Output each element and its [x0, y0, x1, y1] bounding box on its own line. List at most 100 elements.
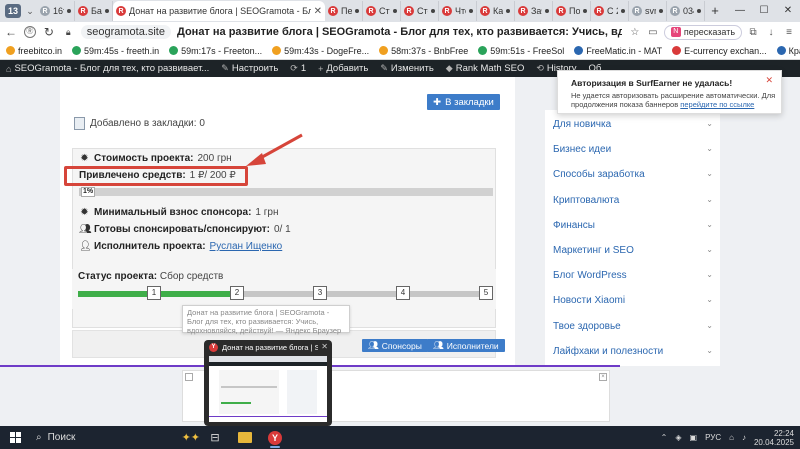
chevron-down-icon: ⌄: [706, 295, 713, 305]
bookmark-item[interactable]: freebitco.in: [6, 46, 62, 56]
status-step: 5: [479, 286, 493, 300]
sidebar-category-item[interactable]: Финансы ⌄: [553, 220, 713, 231]
chevron-down-icon: ⌄: [706, 144, 713, 154]
bookmark-icon: [74, 117, 85, 130]
protect-shield-icon[interactable]: Ⓡ: [23, 26, 36, 38]
sidebar-category-item[interactable]: Способы заработка ⌄: [553, 169, 713, 180]
wp-edit-link[interactable]: ✎ Изменить: [380, 63, 433, 74]
sidebar-category-label: Новости Xiaomi: [553, 295, 626, 307]
bookmark-item[interactable]: 59m:43s - DogeFre...: [272, 46, 369, 56]
bookmark-favicon-icon: [478, 46, 488, 55]
sponsors-button[interactable]: 👥︎ Спонсоры: [362, 339, 428, 352]
tab-title: Перевести: [341, 6, 352, 16]
browser-tab[interactable]: R Донат на развитие блога | SEOGramota - …: [113, 1, 325, 21]
bookmark-item[interactable]: E-currency exchan...: [672, 46, 767, 56]
tab-title: Банк: [91, 6, 102, 16]
notification-close-icon[interactable]: ✕: [765, 75, 773, 86]
sidebar-category-item[interactable]: Твое здоровье ⌄: [553, 321, 713, 332]
bookmark-label: 59m:45s - freeth.in: [84, 45, 160, 56]
tab-counter[interactable]: 13: [5, 4, 21, 18]
notification-link[interactable]: перейдите по ссылке: [680, 100, 754, 109]
tray-chevron-icon[interactable]: ⌃: [661, 433, 668, 442]
browser-tab[interactable]: RСтр: [363, 1, 401, 21]
sidebar-category-item[interactable]: Лайфхаки и полезности ⌄: [553, 346, 713, 357]
new-tab-plus-icon[interactable]: +: [707, 3, 723, 19]
add-bookmark-button[interactable]: ✚ В закладки: [427, 94, 500, 110]
browser-tab[interactable]: RПеревести: [325, 1, 363, 21]
executor-link[interactable]: Руслан Ищенко: [210, 241, 283, 252]
maximize-icon[interactable]: ☐: [752, 0, 776, 22]
bookmark-label: freebitco.in: [18, 45, 63, 56]
search-icon: ⌕: [36, 432, 42, 443]
wp-home-icon: ⌂: [6, 63, 12, 74]
menu-icon[interactable]: ≡: [782, 27, 796, 38]
sidebar-category-item[interactable]: Маркетинг и SEO ⌄: [553, 245, 713, 256]
wp-add-link[interactable]: + Добавить: [318, 63, 368, 74]
summarize-button[interactable]: N пересказать: [663, 24, 743, 40]
summarize-label: пересказать: [683, 27, 736, 37]
browser-tab[interactable]: RПочему: [553, 1, 591, 21]
tab-unread-dot: [583, 9, 587, 13]
broken-image-icon: [185, 373, 193, 381]
tray-app-icon[interactable]: ◈: [675, 433, 681, 442]
tab-unread-dot: [469, 9, 473, 13]
bookmark-item[interactable]: 59m:17s - Freeton...: [169, 46, 262, 56]
yandex-browser-taskbar-icon[interactable]: Y: [260, 426, 290, 449]
sidebar-category-item[interactable]: Криптовалюта ⌄: [553, 195, 713, 206]
minimize-icon[interactable]: —: [728, 0, 752, 22]
wp-rankmath-link[interactable]: ◆ Rank Math SEO: [446, 63, 525, 74]
url-field[interactable]: 🔒︎ seogramota.site Донат на развитие бло…: [62, 25, 622, 39]
browser-tab[interactable]: R Ка: [477, 1, 515, 21]
tab-favicon-icon: R: [116, 6, 126, 16]
sidebar-category-item[interactable]: Новости Xiaomi ⌄: [553, 295, 713, 306]
sidebar-category-item[interactable]: Для новичка ⌄: [553, 119, 713, 130]
tray-app-icon-2[interactable]: ▣: [690, 433, 698, 442]
taskbar-search[interactable]: ⌕ Поиск ✦✦: [30, 429, 200, 447]
volume-icon[interactable]: ♪: [742, 433, 746, 442]
tab-favicon-icon: R: [518, 6, 528, 16]
download-icon[interactable]: ↓: [764, 27, 778, 38]
browser-tab[interactable]: R16ття: [37, 1, 75, 21]
language-indicator[interactable]: РУС: [705, 433, 721, 442]
project-cost-row: ✹ Стоимость проекта: 200 грн: [80, 153, 232, 164]
close-window-icon[interactable]: ✕: [776, 0, 800, 22]
plus-icon: ✚: [433, 96, 442, 108]
bookmark-item[interactable]: 59m:51s - FreeSol: [478, 46, 564, 56]
taskbar-window-preview[interactable]: Y Донат на развитие блога | SEOGramota..…: [204, 340, 332, 426]
browser-tab[interactable]: RСто: [401, 1, 439, 21]
wp-customize-link[interactable]: ✎ Настроить: [221, 63, 278, 74]
browser-tab[interactable]: RС 20 с: [591, 1, 629, 21]
reload-icon[interactable]: ↻: [42, 25, 56, 39]
bookmark-item[interactable]: 58m:37s - BnbFree: [379, 46, 468, 56]
wp-site-link[interactable]: ⌂ SEOGramota - Блог для тех, кто развивае…: [6, 63, 209, 74]
bookmark-label: FreeMatic.in - MAT: [586, 45, 663, 56]
task-view-icon[interactable]: ⊟: [200, 426, 230, 449]
sidebar-category-item[interactable]: Блог WordPress ⌄: [553, 270, 713, 281]
browser-tab[interactable]: RЧто: [439, 1, 477, 21]
bookmark-item[interactable]: 59m:45s - freeth.in: [72, 46, 159, 56]
browser-tab[interactable]: Rsvr-se: [629, 1, 667, 21]
clock[interactable]: 22:24 20.04.2025: [754, 429, 794, 447]
extension-puzzle-icon[interactable]: ⧉: [746, 27, 760, 38]
sidebar-category-item[interactable]: Бизнес идеи ⌄: [553, 144, 713, 155]
tab-list-chevron-icon[interactable]: ⌄: [23, 6, 37, 17]
reader-icon[interactable]: ▭: [646, 27, 660, 38]
bookmark-item[interactable]: FreeMatic.in - MAT: [574, 46, 662, 56]
file-explorer-icon[interactable]: [230, 426, 260, 449]
back-arrow-icon[interactable]: ←: [4, 25, 18, 39]
browser-tab[interactable]: RЗачем: [515, 1, 553, 21]
status-steps-bar: 1 2 3 4 5: [78, 286, 493, 300]
start-button[interactable]: [0, 432, 30, 443]
browser-tab[interactable]: RБанк: [75, 1, 113, 21]
copilot-sparkle-icon: ✦✦: [181, 432, 200, 444]
browser-tab[interactable]: R034.e: [667, 1, 705, 21]
bookmark-item[interactable]: Кран TON - tonpic: [776, 46, 800, 56]
executors-button[interactable]: 👥︎ Исполнители: [427, 339, 505, 352]
network-icon[interactable]: ⌂: [729, 433, 734, 442]
bookmark-star-icon[interactable]: ☆: [628, 27, 642, 38]
tab-close-icon[interactable]: ✕: [314, 6, 322, 17]
wp-updates-link[interactable]: ⟳ 1: [290, 63, 306, 74]
tab-title: С 20 с: [607, 6, 618, 16]
preview-close-icon[interactable]: ✕: [321, 342, 328, 351]
banner-close-icon[interactable]: ×: [599, 373, 607, 381]
